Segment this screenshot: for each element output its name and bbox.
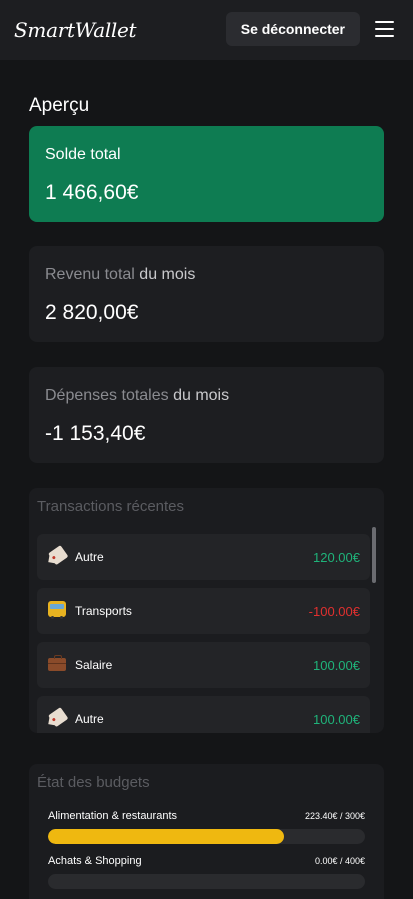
- transaction-row[interactable]: Salaire 100.00€: [37, 642, 370, 688]
- logout-button[interactable]: Se déconnecter: [225, 12, 360, 46]
- total-balance-value: 1 466,60€: [45, 181, 139, 204]
- budget-item: Alimentation & restaurants 223.40€ / 300…: [48, 809, 365, 844]
- hamburger-menu-icon[interactable]: [369, 12, 399, 46]
- recent-transactions-title: Transactions récentes: [37, 498, 185, 515]
- bus-icon: [47, 601, 67, 621]
- transaction-amount: -100.00€: [308, 603, 360, 619]
- budget-status-title: État des budgets: [37, 774, 150, 791]
- app-logo[interactable]: SmartWallet: [14, 18, 137, 42]
- recent-transactions-card: Transactions récentes Autre 120.00€ Tran…: [29, 488, 384, 733]
- monthly-expenses-card: Dépenses totales du mois -1 153,40€: [29, 367, 384, 463]
- main-content: Aperçu Solde total 1 466,60€ Revenu tota…: [0, 95, 413, 899]
- budget-amount: 0.00€ / 400€: [314, 856, 365, 866]
- transactions-scrollbar[interactable]: [372, 527, 376, 583]
- budget-amount: 223.40€ / 300€: [304, 811, 365, 821]
- monthly-income-label-dim: Revenu total: [45, 266, 135, 283]
- transaction-category: Salaire: [75, 658, 113, 672]
- budget-item: Achats & Shopping 0.00€ / 400€: [48, 854, 365, 889]
- total-balance-card: Solde total 1 466,60€: [29, 126, 384, 222]
- top-bar: SmartWallet Se déconnecter: [0, 0, 413, 60]
- transaction-amount: 120.00€: [313, 549, 360, 565]
- tag-icon: [47, 709, 67, 729]
- budget-item-header: Alimentation & restaurants 223.40€ / 300…: [48, 809, 365, 823]
- tag-icon: [47, 547, 67, 567]
- transaction-row[interactable]: Autre 120.00€: [37, 534, 370, 580]
- budget-item-header: Achats & Shopping 0.00€ / 400€: [48, 854, 365, 868]
- monthly-expenses-value: -1 153,40€: [45, 422, 146, 445]
- monthly-income-label: Revenu total du mois: [45, 266, 368, 284]
- budget-progress-bar: [48, 874, 365, 889]
- transaction-row[interactable]: Autre 100.00€: [37, 696, 370, 733]
- budget-status-card: État des budgets Alimentation & restaura…: [29, 764, 384, 899]
- monthly-expenses-label: Dépenses totales du mois: [45, 387, 368, 405]
- transactions-list[interactable]: Autre 120.00€ Transports -100.00€ Salair…: [37, 534, 376, 733]
- monthly-expenses-label-rest: du mois: [168, 387, 230, 404]
- app-root: SmartWallet Se déconnecter Aperçu Solde …: [0, 0, 413, 899]
- transaction-category: Autre: [75, 712, 104, 726]
- monthly-income-card: Revenu total du mois 2 820,00€: [29, 246, 384, 342]
- monthly-income-value: 2 820,00€: [45, 301, 139, 324]
- transaction-amount: 100.00€: [313, 711, 360, 727]
- monthly-income-label-rest: du mois: [134, 266, 196, 283]
- monthly-expenses-label-dim: Dépenses totales: [45, 387, 169, 404]
- transaction-category: Autre: [75, 550, 104, 564]
- transaction-amount: 100.00€: [313, 657, 360, 673]
- menu-line: [374, 35, 394, 37]
- transaction-category: Transports: [75, 604, 132, 618]
- budget-progress-bar: [48, 829, 365, 844]
- total-balance-label: Solde total: [45, 146, 121, 163]
- budget-category: Achats & Shopping: [48, 855, 142, 867]
- page-title: Aperçu: [29, 95, 90, 116]
- budget-category: Alimentation & restaurants: [48, 810, 178, 822]
- menu-line: [374, 21, 394, 23]
- transaction-row[interactable]: Transports -100.00€: [37, 588, 370, 634]
- briefcase-icon: [47, 655, 67, 675]
- budget-progress-fill: [48, 829, 285, 844]
- menu-line: [374, 28, 394, 30]
